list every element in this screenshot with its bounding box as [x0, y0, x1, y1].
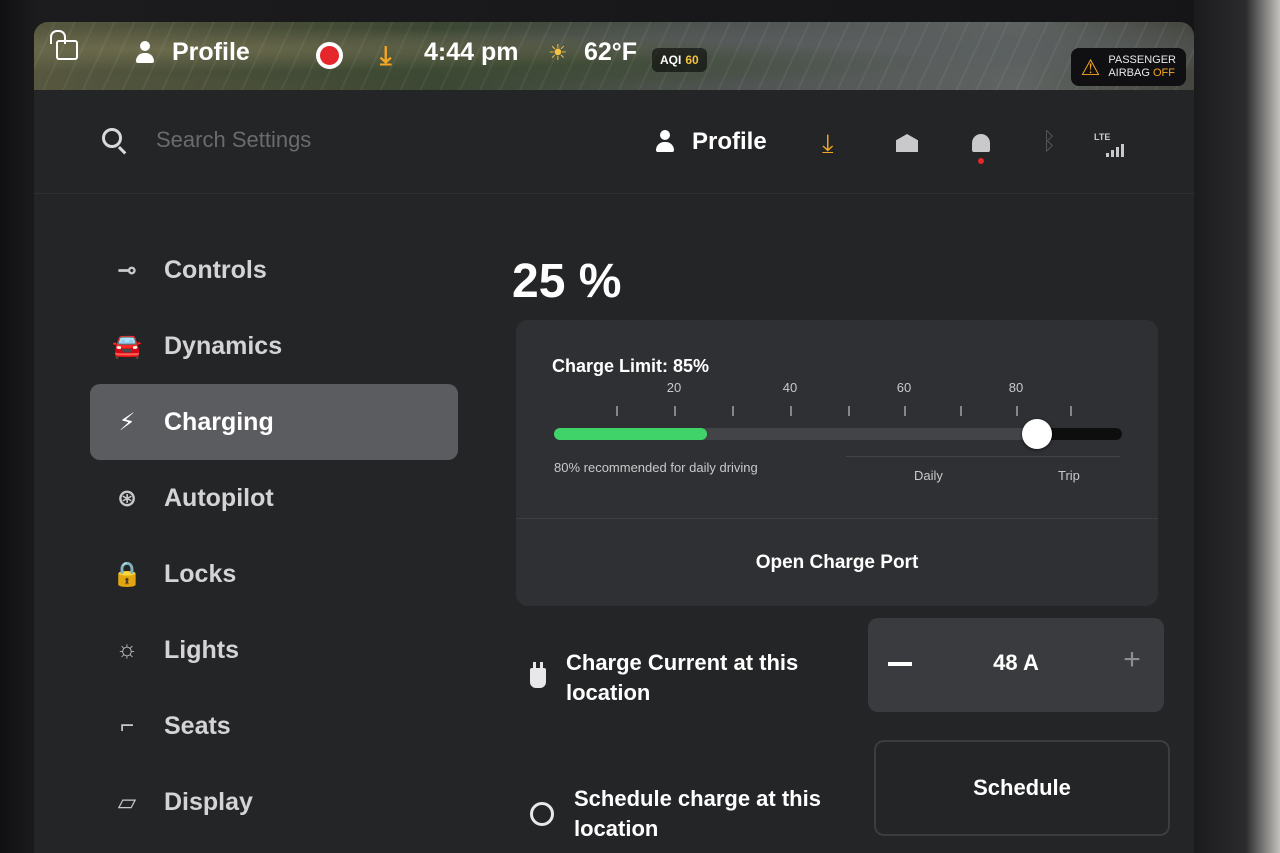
charge-current-row: Charge Current at this location: [530, 648, 806, 708]
statusbar-profile-label: Profile: [172, 38, 250, 66]
search-settings-input[interactable]: [156, 124, 516, 156]
charge-limit-scale: 20 40 60 80: [556, 380, 1078, 420]
lte-signal-icon: LTE: [1094, 132, 1124, 157]
dashcam-record-icon[interactable]: [316, 42, 343, 69]
battery-percentage: 25 %: [512, 255, 622, 308]
airbag-line1: PASSENGER: [1108, 54, 1176, 66]
search-icon: [102, 128, 122, 148]
recommendation-text: 80% recommended for daily driving: [554, 460, 758, 475]
aqi-label: AQI: [660, 53, 682, 67]
airbag-icon: ⚠: [1080, 54, 1101, 80]
sidebar-item-label: Display: [164, 787, 253, 816]
background-edge: [1194, 0, 1280, 853]
tick-mark: [790, 406, 792, 416]
tick-mark: [1016, 406, 1018, 416]
zone-divider: [846, 456, 1120, 457]
lightning-icon: ⚡: [118, 408, 136, 436]
sidebar-item-charging[interactable]: ⚡ Charging: [90, 384, 458, 460]
car-icon: 🚘: [112, 332, 142, 360]
open-charge-port-button[interactable]: Open Charge Port: [516, 519, 1158, 606]
sidebar-item-label: Charging: [164, 407, 274, 436]
passenger-airbag-indicator: ⚠ PASSENGER AIRBAG OFF: [1070, 48, 1186, 86]
tick-mark: [616, 406, 618, 416]
person-icon: [134, 40, 156, 66]
tick-mark: [674, 406, 676, 416]
sun-icon: ☀: [548, 40, 568, 65]
tick-label: 80: [1008, 380, 1024, 395]
schedule-charge-row: Schedule charge at this location: [530, 784, 824, 844]
tick-label: 20: [666, 380, 682, 395]
schedule-charge-label: Schedule charge at this location: [574, 786, 821, 841]
settings-header: Profile ⤓ ᛒ LTE: [34, 90, 1194, 194]
steering-wheel-icon: ⊛: [116, 484, 138, 512]
aqi-value: 60: [685, 53, 699, 67]
airbag-line2: AIRBAG: [1108, 67, 1150, 79]
status-bar: Profile ⤓ 4:44 pm ☀ 62°F AQI 60 ⚠ PASSENG…: [34, 22, 1194, 90]
charge-current-stepper: 48 A +: [868, 618, 1164, 712]
homelink-garage-icon[interactable]: [896, 134, 918, 152]
tick-mark: [904, 406, 906, 416]
airbag-state: OFF: [1152, 67, 1175, 79]
charge-current-label: Charge Current at this location: [566, 650, 799, 705]
sidebar-item-autopilot[interactable]: ⊛ Autopilot: [90, 460, 458, 536]
zone-daily-label: Daily: [914, 468, 943, 483]
sidebar-item-dynamics[interactable]: 🚘 Dynamics: [90, 308, 458, 384]
lte-label: LTE: [1094, 132, 1111, 142]
plug-icon: [530, 662, 546, 688]
sidebar-item-label: Lights: [164, 635, 239, 664]
software-update-icon[interactable]: ⤓: [822, 128, 834, 160]
header-profile-label: Profile: [692, 128, 767, 155]
sidebar-item-label: Dynamics: [164, 331, 283, 360]
sidebar-item-lights[interactable]: ☼ Lights: [90, 612, 458, 688]
battery-level-fill: [554, 428, 708, 440]
settings-sidebar: ⊸ Controls 🚘 Dynamics ⚡ Charging ⊛ Autop…: [90, 232, 458, 840]
clock-time: 4:44 pm: [424, 38, 519, 66]
toggle-icon: ⊸: [116, 256, 138, 284]
charge-limit-handle[interactable]: [1021, 419, 1052, 449]
tick-mark: [848, 406, 850, 416]
sidebar-item-label: Autopilot: [164, 483, 274, 512]
zone-trip-label: Trip: [1058, 468, 1080, 483]
tick-mark: [1070, 406, 1072, 416]
statusbar-profile[interactable]: Profile: [134, 38, 250, 67]
charge-limit-label: Charge Limit: 85%: [552, 356, 710, 376]
schedule-button[interactable]: Schedule: [874, 740, 1170, 836]
sidebar-item-label: Controls: [164, 255, 267, 284]
sidebar-item-display[interactable]: ▱ Display: [90, 764, 458, 840]
tick-mark: [960, 406, 962, 416]
light-icon: ☼: [116, 636, 138, 663]
display-icon: ▱: [117, 788, 137, 816]
sidebar-item-locks[interactable]: 🔒 Locks: [90, 536, 458, 612]
charge-limit-slider[interactable]: [554, 419, 1122, 449]
sidebar-item-label: Seats: [164, 711, 231, 740]
tick-mark: [732, 406, 734, 416]
increase-current-button[interactable]: +: [1114, 642, 1150, 678]
sidebar-item-seats[interactable]: ⌐ Seats: [90, 688, 458, 764]
outside-temperature: 62°F: [584, 38, 638, 66]
seat-icon: ⌐: [119, 712, 134, 739]
lock-icon: 🔒: [112, 560, 142, 588]
header-profile[interactable]: Profile: [654, 128, 767, 156]
charge-limit-card: Charge Limit: 85% 20 40 60 80 80% recomm…: [516, 320, 1158, 606]
notification-bell-icon[interactable]: [972, 134, 990, 164]
bluetooth-icon[interactable]: ᛒ: [1042, 128, 1056, 156]
aqi-badge[interactable]: AQI 60: [652, 48, 707, 72]
sidebar-item-label: Locks: [164, 559, 237, 588]
sidebar-item-controls[interactable]: ⊸ Controls: [90, 232, 458, 308]
unlock-icon[interactable]: [50, 30, 78, 60]
tick-label: 60: [896, 380, 912, 395]
person-icon: [654, 129, 676, 155]
tick-label: 40: [782, 380, 798, 395]
download-icon[interactable]: ⤓: [380, 40, 392, 72]
vehicle-screen: Profile ⤓ 4:44 pm ☀ 62°F AQI 60 ⚠ PASSENG…: [34, 22, 1194, 853]
alarm-clock-icon: [530, 802, 554, 826]
